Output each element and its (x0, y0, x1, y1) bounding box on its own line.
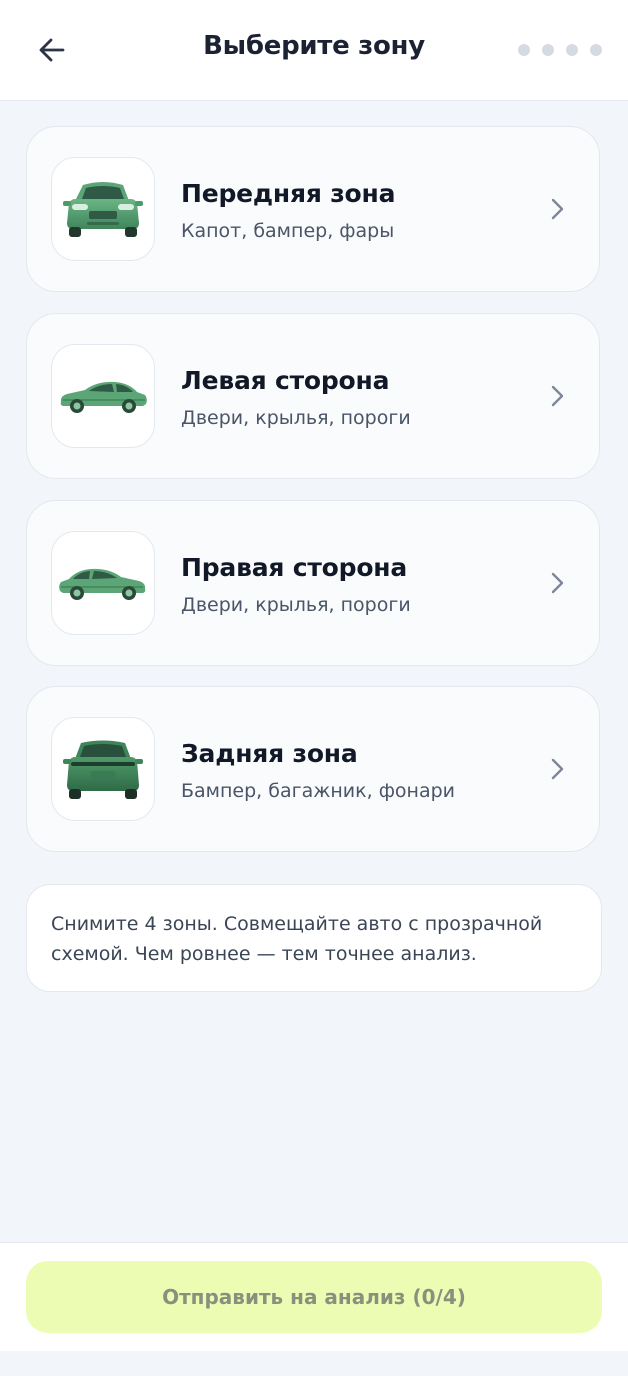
car-side-left-icon (60, 381, 147, 413)
car-side-right-icon (59, 568, 146, 600)
zone-title: Передняя зона (181, 179, 396, 208)
car-rear-icon (63, 740, 143, 799)
footer-bar: Отправить на анализ (0/4) (0, 1242, 628, 1351)
zone-card-right[interactable]: Правая сторона Двери, крылья, пороги (26, 500, 600, 666)
zone-thumbnail (51, 717, 155, 821)
progress-dot (566, 44, 578, 56)
zone-title: Задняя зона (181, 739, 358, 768)
zone-subtitle: Двери, крылья, пороги (181, 594, 411, 616)
chevron-right-icon (551, 758, 564, 780)
zone-thumbnail (51, 531, 155, 635)
chevron-right-icon (551, 385, 564, 407)
zone-thumbnail (51, 344, 155, 448)
zone-title: Левая сторона (181, 366, 390, 395)
zone-thumbnail (51, 157, 155, 261)
zone-subtitle: Двери, крылья, пороги (181, 407, 411, 429)
progress-dots (518, 44, 602, 56)
zone-title: Правая сторона (181, 553, 408, 582)
progress-dot (590, 44, 602, 56)
zone-card-rear[interactable]: Задняя зона Бампер, багажник, фонари (26, 686, 600, 852)
progress-dot (542, 44, 554, 56)
car-front-icon (63, 182, 143, 237)
info-card: Снимите 4 зоны. Совмещайте авто с прозра… (26, 884, 602, 992)
submit-analysis-button[interactable]: Отправить на анализ (0/4) (26, 1261, 602, 1333)
chevron-right-icon (551, 572, 564, 594)
zone-subtitle: Капот, бампер, фары (181, 220, 395, 242)
chevron-right-icon (551, 198, 564, 220)
header-bar: Выберите зону (0, 0, 628, 101)
zone-card-left[interactable]: Левая сторона Двери, крылья, пороги (26, 313, 600, 479)
zone-card-front[interactable]: Передняя зона Капот, бампер, фары (26, 126, 600, 292)
info-text: Снимите 4 зоны. Совмещайте авто с прозра… (51, 913, 543, 965)
progress-dot (518, 44, 530, 56)
zone-subtitle: Бампер, багажник, фонари (181, 780, 456, 802)
